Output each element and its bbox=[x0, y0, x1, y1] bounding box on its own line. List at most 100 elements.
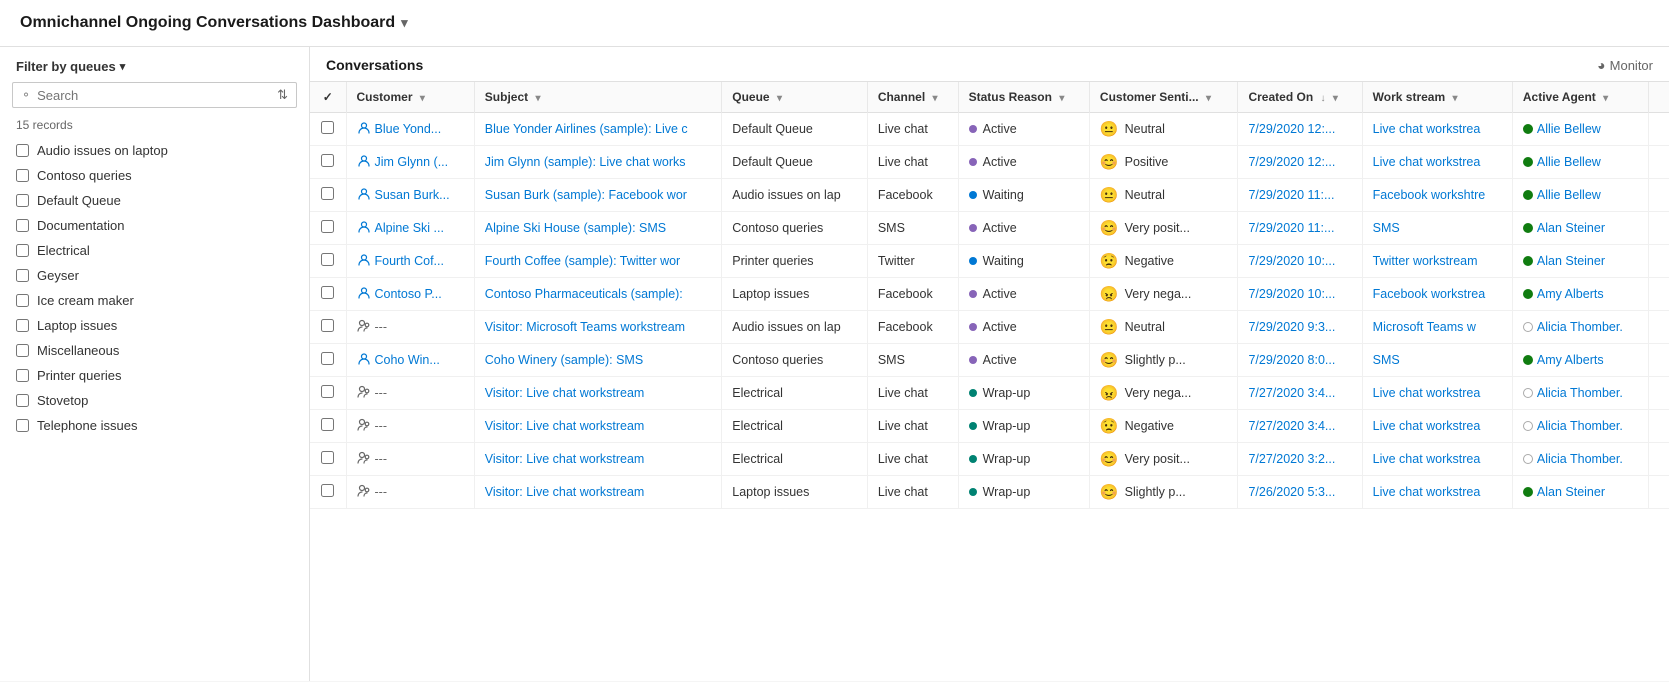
table-row[interactable]: Jim Glynn (... Jim Glynn (sample): Live … bbox=[310, 146, 1669, 179]
col-active-agent[interactable]: Active Agent ▾ bbox=[1512, 82, 1648, 113]
queue-checkbox-audio-issues[interactable] bbox=[16, 144, 29, 157]
agent-link[interactable]: Allie Bellew bbox=[1537, 122, 1601, 136]
agent-link[interactable]: Alicia Thomber. bbox=[1537, 386, 1623, 400]
subject-link[interactable]: Alpine Ski House (sample): SMS bbox=[485, 221, 666, 235]
row-checkbox[interactable] bbox=[321, 286, 334, 299]
row-checkbox-cell[interactable] bbox=[310, 113, 346, 146]
created-on-cell[interactable]: 7/29/2020 10:... bbox=[1238, 278, 1362, 311]
created-on-cell[interactable]: 7/29/2020 12:... bbox=[1238, 146, 1362, 179]
created-on-link[interactable]: 7/29/2020 11:... bbox=[1248, 188, 1334, 202]
row-checkbox[interactable] bbox=[321, 385, 334, 398]
row-checkbox[interactable] bbox=[321, 154, 334, 167]
queue-item-miscellaneous[interactable]: Miscellaneous bbox=[0, 338, 309, 363]
customer-link[interactable]: Coho Win... bbox=[375, 353, 440, 367]
queue-checkbox-telephone-issues[interactable] bbox=[16, 419, 29, 432]
subject-link[interactable]: Contoso Pharmaceuticals (sample): bbox=[485, 287, 683, 301]
created-on-cell[interactable]: 7/29/2020 11:... bbox=[1238, 179, 1362, 212]
select-all-header[interactable]: ✓ bbox=[310, 82, 346, 113]
created-on-cell[interactable]: 7/26/2020 5:3... bbox=[1238, 476, 1362, 509]
subject-link[interactable]: Visitor: Live chat workstream bbox=[485, 419, 645, 433]
table-row[interactable]: Susan Burk... Susan Burk (sample): Faceb… bbox=[310, 179, 1669, 212]
queue-checkbox-ice-cream-maker[interactable] bbox=[16, 294, 29, 307]
col-sentiment[interactable]: Customer Senti... ▾ bbox=[1089, 82, 1238, 113]
workstream-link[interactable]: Live chat workstrea bbox=[1373, 485, 1481, 499]
table-row[interactable]: Alpine Ski ... Alpine Ski House (sample)… bbox=[310, 212, 1669, 245]
agent-link[interactable]: Alan Steiner bbox=[1537, 485, 1605, 499]
row-checkbox[interactable] bbox=[321, 451, 334, 464]
created-on-cell[interactable]: 7/29/2020 12:... bbox=[1238, 113, 1362, 146]
workstream-link[interactable]: SMS bbox=[1373, 353, 1400, 367]
queue-item-telephone-issues[interactable]: Telephone issues bbox=[0, 413, 309, 438]
workstream-link[interactable]: Live chat workstrea bbox=[1373, 122, 1481, 136]
created-on-link[interactable]: 7/29/2020 10:... bbox=[1248, 254, 1335, 268]
customer-link[interactable]: Susan Burk... bbox=[375, 188, 450, 202]
agent-link[interactable]: Alan Steiner bbox=[1537, 221, 1605, 235]
workstream-link[interactable]: Live chat workstrea bbox=[1373, 386, 1481, 400]
search-input[interactable] bbox=[37, 88, 273, 103]
table-row[interactable]: Coho Win... Coho Winery (sample): SMS Co… bbox=[310, 344, 1669, 377]
row-checkbox-cell[interactable] bbox=[310, 245, 346, 278]
created-on-link[interactable]: 7/26/2020 5:3... bbox=[1248, 485, 1335, 499]
workstream-link[interactable]: Facebook workshtre bbox=[1373, 188, 1486, 202]
workstream-link[interactable]: Live chat workstrea bbox=[1373, 452, 1481, 466]
created-on-cell[interactable]: 7/29/2020 10:... bbox=[1238, 245, 1362, 278]
row-checkbox[interactable] bbox=[321, 121, 334, 134]
col-queue[interactable]: Queue ▾ bbox=[722, 82, 868, 113]
subject-link[interactable]: Blue Yonder Airlines (sample): Live c bbox=[485, 122, 688, 136]
created-on-link[interactable]: 7/29/2020 9:3... bbox=[1248, 320, 1335, 334]
agent-link[interactable]: Alan Steiner bbox=[1537, 254, 1605, 268]
customer-link[interactable]: Alpine Ski ... bbox=[375, 221, 444, 235]
col-work-stream[interactable]: Work stream ▾ bbox=[1362, 82, 1512, 113]
subject-link[interactable]: Coho Winery (sample): SMS bbox=[485, 353, 643, 367]
col-status-reason[interactable]: Status Reason ▾ bbox=[958, 82, 1089, 113]
customer-link[interactable]: Jim Glynn (... bbox=[375, 155, 449, 169]
agent-link[interactable]: Amy Alberts bbox=[1537, 353, 1604, 367]
created-on-link[interactable]: 7/27/2020 3:2... bbox=[1248, 452, 1335, 466]
subject-link[interactable]: Susan Burk (sample): Facebook wor bbox=[485, 188, 687, 202]
row-checkbox-cell[interactable] bbox=[310, 311, 346, 344]
agent-link[interactable]: Allie Bellew bbox=[1537, 188, 1601, 202]
created-on-link[interactable]: 7/27/2020 3:4... bbox=[1248, 386, 1335, 400]
agent-link[interactable]: Allie Bellew bbox=[1537, 155, 1601, 169]
queue-item-contoso-queries[interactable]: Contoso queries bbox=[0, 163, 309, 188]
workstream-link[interactable]: Twitter workstream bbox=[1373, 254, 1478, 268]
created-on-link[interactable]: 7/29/2020 12:... bbox=[1248, 122, 1335, 136]
queue-checkbox-contoso-queries[interactable] bbox=[16, 169, 29, 182]
queue-checkbox-stovetop[interactable] bbox=[16, 394, 29, 407]
queue-item-ice-cream-maker[interactable]: Ice cream maker bbox=[0, 288, 309, 313]
row-checkbox[interactable] bbox=[321, 253, 334, 266]
agent-link[interactable]: Alicia Thomber. bbox=[1537, 419, 1623, 433]
subject-link[interactable]: Visitor: Live chat workstream bbox=[485, 485, 645, 499]
queue-item-geyser[interactable]: Geyser bbox=[0, 263, 309, 288]
queue-checkbox-default-queue[interactable] bbox=[16, 194, 29, 207]
created-on-cell[interactable]: 7/27/2020 3:4... bbox=[1238, 377, 1362, 410]
sort-icon[interactable]: ⇅ bbox=[277, 87, 288, 103]
table-row[interactable]: --- Visitor: Microsoft Teams workstream … bbox=[310, 311, 1669, 344]
customer-link[interactable]: Blue Yond... bbox=[375, 122, 442, 136]
table-row[interactable]: Contoso P... Contoso Pharmaceuticals (sa… bbox=[310, 278, 1669, 311]
table-row[interactable]: --- Visitor: Live chat workstream Electr… bbox=[310, 443, 1669, 476]
subject-link[interactable]: Visitor: Live chat workstream bbox=[485, 452, 645, 466]
monitor-button[interactable]: ◕ Monitor bbox=[1597, 57, 1653, 73]
created-on-link[interactable]: 7/29/2020 11:... bbox=[1248, 221, 1334, 235]
table-row[interactable]: Fourth Cof... Fourth Coffee (sample): Tw… bbox=[310, 245, 1669, 278]
agent-link[interactable]: Alicia Thomber. bbox=[1537, 320, 1623, 334]
workstream-link[interactable]: Live chat workstrea bbox=[1373, 419, 1481, 433]
col-created-on[interactable]: Created On ↓ ▾ bbox=[1238, 82, 1362, 113]
row-checkbox-cell[interactable] bbox=[310, 410, 346, 443]
queue-checkbox-documentation[interactable] bbox=[16, 219, 29, 232]
row-checkbox-cell[interactable] bbox=[310, 278, 346, 311]
queue-checkbox-electrical[interactable] bbox=[16, 244, 29, 257]
agent-link[interactable]: Alicia Thomber. bbox=[1537, 452, 1623, 466]
row-checkbox-cell[interactable] bbox=[310, 377, 346, 410]
created-on-cell[interactable]: 7/29/2020 11:... bbox=[1238, 212, 1362, 245]
subject-link[interactable]: Visitor: Microsoft Teams workstream bbox=[485, 320, 685, 334]
queue-checkbox-geyser[interactable] bbox=[16, 269, 29, 282]
created-on-link[interactable]: 7/27/2020 3:4... bbox=[1248, 419, 1335, 433]
created-on-link[interactable]: 7/29/2020 10:... bbox=[1248, 287, 1335, 301]
created-on-link[interactable]: 7/29/2020 8:0... bbox=[1248, 353, 1335, 367]
row-checkbox-cell[interactable] bbox=[310, 146, 346, 179]
created-on-cell[interactable]: 7/29/2020 8:0... bbox=[1238, 344, 1362, 377]
row-checkbox[interactable] bbox=[321, 484, 334, 497]
row-checkbox-cell[interactable] bbox=[310, 179, 346, 212]
